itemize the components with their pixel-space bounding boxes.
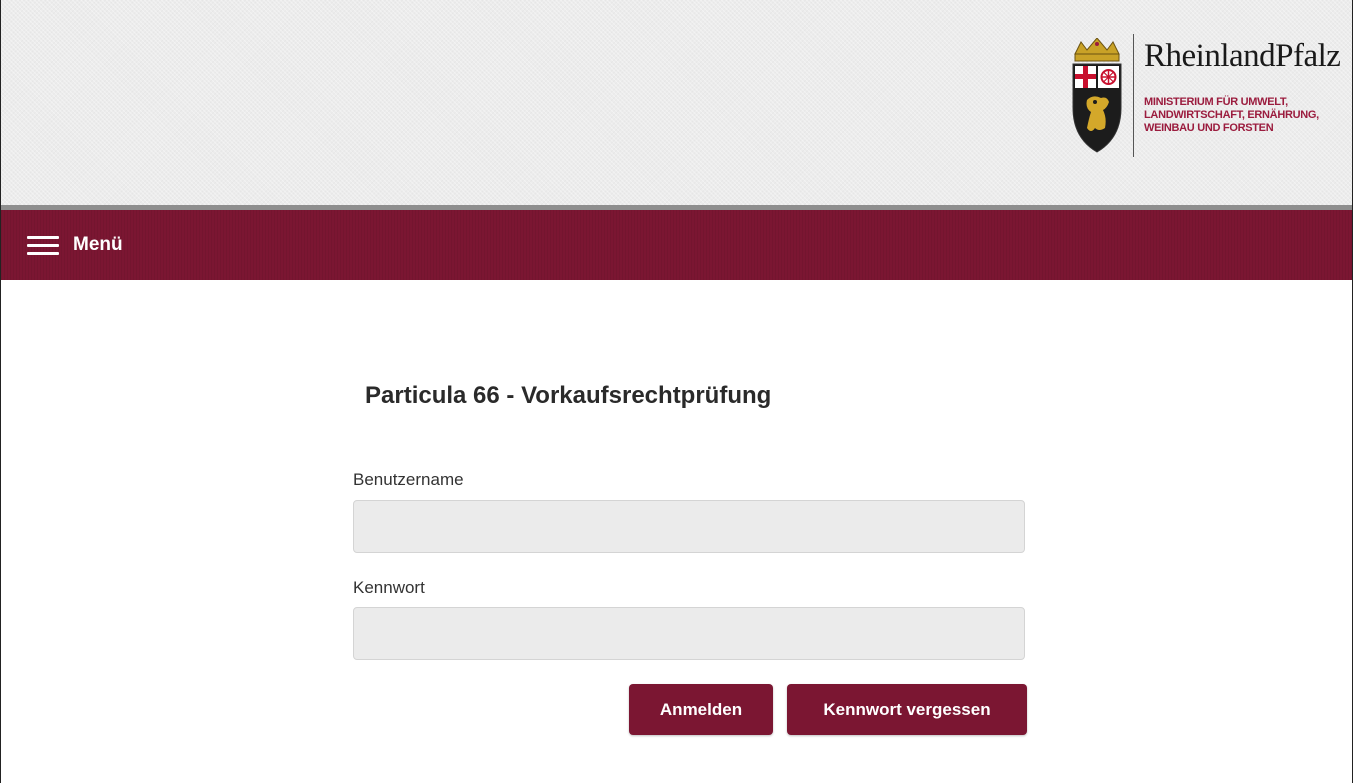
main-navbar: Menü [1, 210, 1352, 280]
logo-divider [1133, 34, 1134, 157]
forgot-password-button[interactable]: Kennwort vergessen [787, 684, 1027, 735]
ministry-line: MINISTERIUM FÜR UMWELT, [1144, 96, 1288, 108]
username-label: Benutzername [353, 470, 464, 489]
password-input[interactable] [353, 607, 1025, 660]
ministry-name: MINISTERIUM FÜR UMWELT, LANDWIRTSCHAFT, … [1144, 96, 1355, 135]
ministry-logo[interactable]: RheinlandPfalz MINISTERIUM FÜR UMWELT, L… [1067, 24, 1353, 164]
username-input[interactable] [353, 500, 1025, 553]
password-label: Kennwort [353, 578, 425, 597]
hamburger-icon[interactable] [27, 234, 59, 256]
coat-of-arms-icon [1072, 38, 1122, 153]
page: RheinlandPfalz MINISTERIUM FÜR UMWELT, L… [0, 0, 1353, 783]
ministry-line: LANDWIRTSCHAFT, ERNÄHRUNG, [1144, 109, 1319, 121]
brand-name: RheinlandPfalz [1144, 38, 1341, 74]
page-title: Particula 66 - Vorkaufsrechtprüfung [365, 382, 772, 409]
login-button[interactable]: Anmelden [629, 684, 773, 735]
menu-button[interactable]: Menü [27, 229, 123, 261]
menu-label[interactable]: Menü [73, 234, 123, 256]
site-header: RheinlandPfalz MINISTERIUM FÜR UMWELT, L… [1, 0, 1352, 205]
ministry-line: WEINBAU UND FORSTEN [1144, 122, 1274, 134]
